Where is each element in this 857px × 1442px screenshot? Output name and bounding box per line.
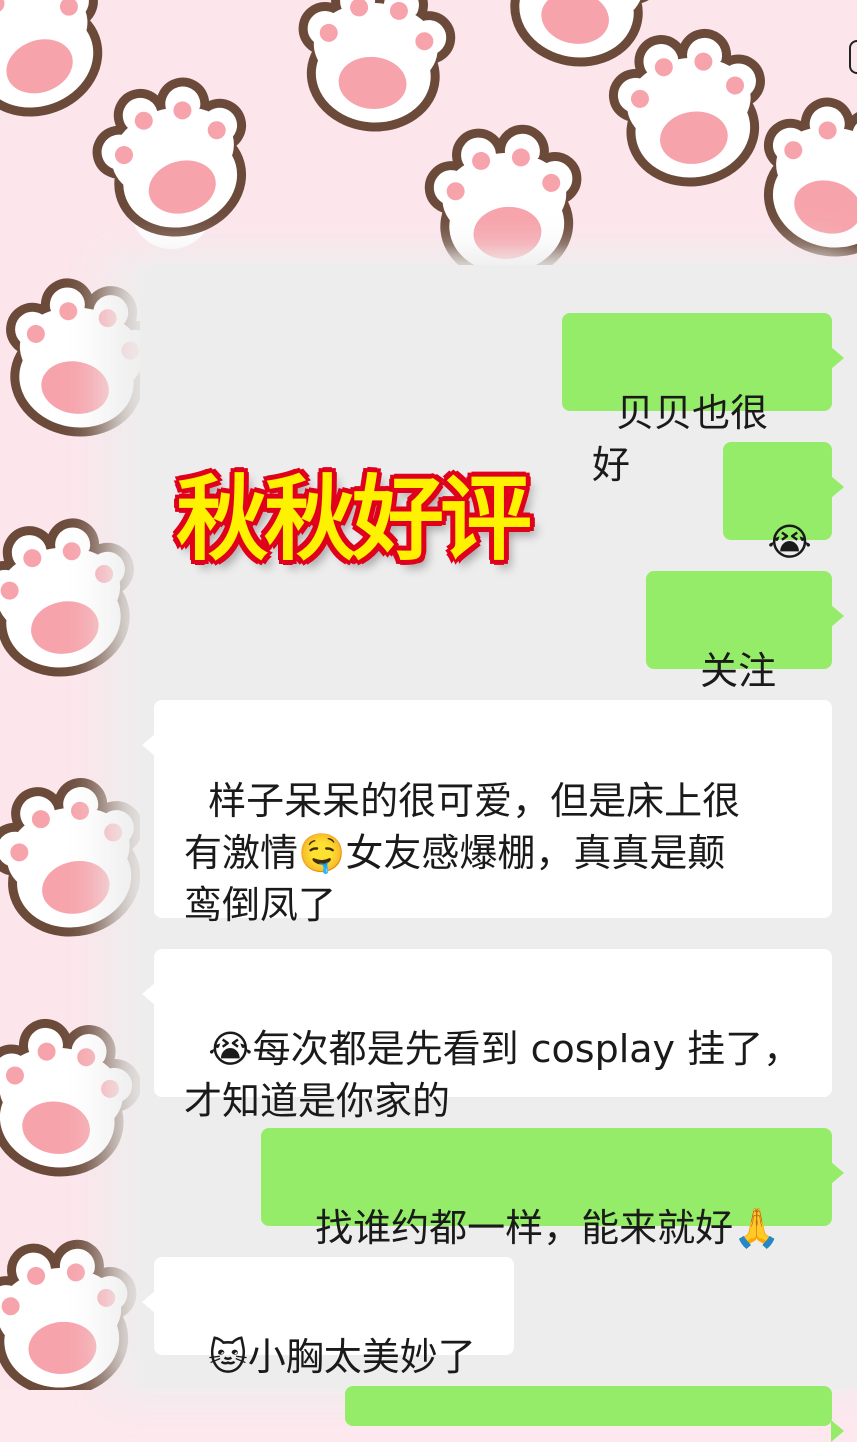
overlay-title: 秋秋好评 bbox=[176, 466, 532, 573]
message-text: 🐱小胸太美妙了 bbox=[208, 1335, 476, 1379]
message-bubble-sent[interactable]: 关注吧 bbox=[646, 571, 844, 745]
message-text: 找谁约都一样，能来就好🙏 bbox=[315, 1206, 781, 1250]
message-bubble-received[interactable]: 样子呆呆的很可爱，但是床上很 有激情🤤女友感爆棚，真真是颠 鸾倒凤了 bbox=[142, 700, 832, 927]
scroll-handle[interactable] bbox=[849, 40, 857, 74]
message-bubble-received[interactable]: 🐱小胸太美妙了 bbox=[142, 1257, 514, 1379]
message-bubble-sent[interactable]: 😭 bbox=[723, 442, 844, 564]
message-bubble-sent[interactable]: 贝贝也很好 bbox=[562, 313, 844, 487]
message-bubble-sent-partial[interactable] bbox=[345, 1386, 844, 1442]
message-bubble-sent[interactable]: 找谁约都一样，能来就好🙏 bbox=[261, 1128, 844, 1250]
message-text: 样子呆呆的很可爱，但是床上很 有激情🤤女友感爆棚，真真是颠 鸾倒凤了 bbox=[184, 779, 741, 927]
crying-emoji-icon: 😭 bbox=[767, 520, 812, 564]
message-bubble-received[interactable]: 😭每次都是先看到 cosplay 挂了， 才知道是你家的 bbox=[142, 949, 832, 1123]
